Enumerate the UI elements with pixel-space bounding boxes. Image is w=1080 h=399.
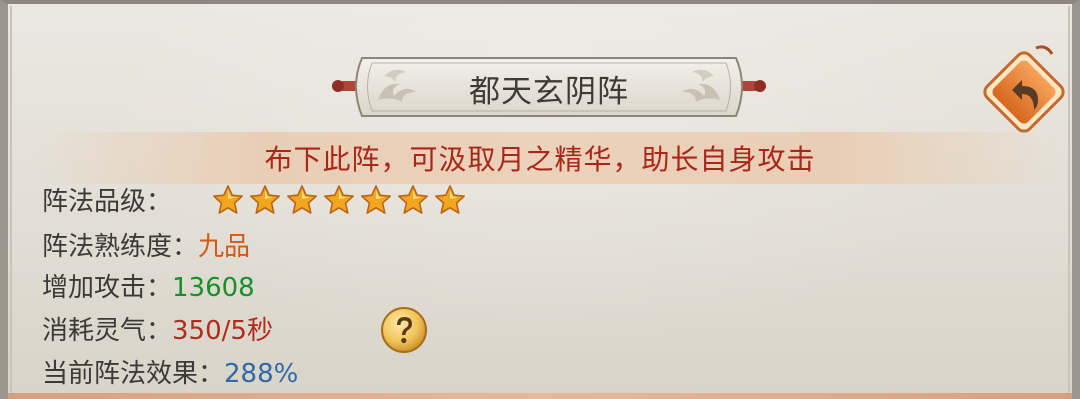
current-effect-label: 当前阵法效果：	[42, 359, 225, 389]
star-icon	[213, 185, 243, 214]
grade-label: 阵法品级：	[42, 187, 173, 217]
spirit-cost-row: 消耗灵气：350/5秒	[42, 311, 273, 351]
current-effect-value: 288%	[224, 359, 299, 389]
formation-title: 都天玄阴阵	[469, 74, 629, 110]
star-icon	[435, 185, 465, 214]
back-arrow-icon	[983, 45, 1065, 133]
star-icon	[398, 185, 428, 214]
star-icon	[361, 185, 391, 214]
spirit-cost-label: 消耗灵气：	[42, 316, 173, 346]
proficiency-label: 阵法熟练度：	[42, 232, 199, 262]
proficiency-row: 阵法熟练度：九品	[42, 227, 250, 267]
spirit-cost-value: 350/5秒	[172, 316, 273, 346]
star-icon	[287, 185, 317, 214]
attack-bonus-label: 增加攻击：	[42, 273, 173, 303]
formation-description: 布下此阵，可汲取月之精华，助长自身攻击	[264, 143, 816, 176]
grade-stars	[212, 184, 466, 220]
formation-info-panel: 都天玄阴阵 布下此阵，可汲取月之精华，助长自身攻击 阵法品级： 阵法熟练度：九品…	[0, 0, 1080, 399]
grade-row: 阵法品级：	[42, 182, 172, 222]
title-banner: 都天玄阴阵	[332, 54, 766, 120]
back-button[interactable]	[976, 42, 1072, 138]
current-effect-row: 当前阵法效果：288%	[42, 354, 298, 394]
star-icon	[250, 185, 280, 214]
panel-bottom-edge	[8, 393, 1072, 399]
star-icon	[324, 185, 354, 214]
attack-bonus-value: 13608	[172, 273, 255, 303]
proficiency-value: 九品	[198, 232, 251, 262]
attack-bonus-row: 增加攻击：13608	[42, 268, 255, 308]
question-mark-icon	[381, 307, 427, 353]
help-button[interactable]	[380, 306, 428, 354]
